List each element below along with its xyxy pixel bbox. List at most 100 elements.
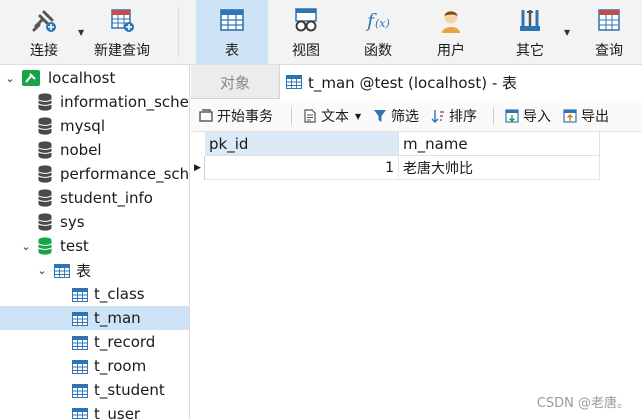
tree-label: performance_schema: [60, 165, 190, 183]
tree-label: t_user: [94, 405, 141, 419]
tree-label: localhost: [48, 69, 116, 87]
export-button[interactable]: 导出: [563, 100, 609, 132]
connect-button[interactable]: 连接: [14, 0, 74, 65]
view-label: 视图: [292, 43, 320, 59]
new-query-label: 新建查询: [94, 43, 150, 59]
svg-text:(x): (x): [375, 17, 390, 30]
sort-icon: [431, 109, 445, 123]
view-icon: [292, 6, 320, 34]
tab-label: t_man @test (localhost) - 表: [308, 73, 518, 92]
tab-objects[interactable]: 对象: [191, 65, 279, 99]
column-header-m-name[interactable]: m_name: [399, 132, 600, 156]
export-label: 导出: [581, 109, 609, 125]
database-icon: [38, 189, 52, 207]
tree-table-t-user[interactable]: t_user: [0, 402, 189, 419]
tree-db-nobel[interactable]: nobel: [0, 138, 189, 162]
toolbar-separator: [493, 107, 494, 125]
row-pointer-icon: ▶: [191, 156, 205, 180]
view-button[interactable]: 视图: [276, 0, 336, 65]
tree-db-sys[interactable]: sys: [0, 210, 189, 234]
connect-label: 连接: [30, 43, 58, 59]
table-icon: [72, 359, 88, 374]
table-icon: [286, 75, 302, 89]
tree-table-t-student[interactable]: t_student: [0, 378, 189, 402]
tree-label: mysql: [60, 117, 105, 135]
tree-label: sys: [60, 213, 85, 231]
tree-db-mysql[interactable]: mysql: [0, 114, 189, 138]
tree-label: test: [60, 237, 89, 255]
tree-label: information_schema: [60, 93, 189, 111]
database-icon: [38, 165, 52, 183]
user-icon: [437, 6, 465, 34]
connect-dropdown-caret[interactable]: ▼: [78, 28, 84, 37]
query-button[interactable]: 查询: [584, 0, 634, 65]
connection-tree[interactable]: ⌄ localhost information_schema mysql nob…: [0, 65, 190, 419]
text-button[interactable]: 文本 ▼: [303, 100, 361, 132]
tree-label: 表: [76, 261, 92, 280]
table-group-icon: [54, 263, 70, 278]
filter-button[interactable]: 筛选: [373, 100, 419, 132]
tree-db-student-info[interactable]: student_info: [0, 186, 189, 210]
other-dropdown-caret[interactable]: ▼: [564, 28, 570, 37]
import-button[interactable]: 导入: [505, 100, 551, 132]
tree-label: t_man: [94, 309, 141, 327]
filter-label: 筛选: [391, 109, 419, 125]
table-icon: [72, 383, 88, 398]
table-button[interactable]: 表: [196, 0, 268, 65]
toolbar-separator: [291, 107, 292, 125]
chevron-down-icon[interactable]: ⌄: [36, 264, 48, 277]
query-label: 查询: [595, 43, 623, 59]
sort-label: 排序: [449, 109, 477, 125]
export-icon: [563, 109, 577, 123]
transaction-icon: [199, 109, 213, 123]
tree-table-t-room[interactable]: t_room: [0, 354, 189, 378]
filter-icon: [373, 109, 387, 123]
function-icon: f (x): [364, 6, 392, 34]
tree-label: t_record: [94, 333, 156, 351]
table-icon: [72, 335, 88, 350]
tree-connection-localhost[interactable]: ⌄ localhost: [0, 66, 189, 90]
plug-icon: [30, 6, 58, 34]
tree-table-t-man[interactable]: t_man: [0, 306, 189, 330]
user-label: 用户: [437, 43, 465, 59]
begin-transaction-label: 开始事务: [217, 109, 273, 125]
user-button[interactable]: 用户: [422, 0, 480, 65]
import-icon: [505, 109, 519, 123]
tree-group-tables[interactable]: ⌄ 表: [0, 258, 189, 282]
new-query-button[interactable]: 新建查询: [90, 0, 154, 65]
chevron-down-icon[interactable]: ⌄: [4, 72, 16, 85]
function-button[interactable]: f (x) 函数: [350, 0, 406, 65]
toolbar-separator: [178, 6, 179, 58]
database-open-icon: [38, 237, 52, 255]
other-button[interactable]: 其它: [500, 0, 560, 65]
table-label: 表: [225, 43, 239, 59]
import-label: 导入: [523, 109, 551, 125]
tree-label: t_room: [94, 357, 147, 375]
begin-transaction-button[interactable]: 开始事务: [199, 100, 273, 132]
chevron-down-icon[interactable]: ⌄: [20, 240, 32, 253]
table-toolbar: 开始事务 文本 ▼ 筛选 排序 导入 导出: [191, 100, 642, 132]
tab-t-man[interactable]: t_man @test (localhost) - 表: [279, 65, 642, 99]
tree-db-test[interactable]: ⌄ test: [0, 234, 189, 258]
table-icon: [72, 311, 88, 326]
tab-bar: 对象 t_man @test (localhost) - 表: [191, 65, 642, 99]
table-cell-pk-id[interactable]: 1: [205, 156, 399, 180]
tree-db-performance-schema[interactable]: performance_schema: [0, 162, 190, 186]
tree-table-t-record[interactable]: t_record: [0, 330, 189, 354]
function-label: 函数: [364, 43, 392, 59]
chevron-down-icon[interactable]: ▼: [355, 112, 361, 121]
column-header-pk-id[interactable]: pk_id: [205, 132, 399, 156]
watermark: CSDN @老唐。: [536, 396, 630, 411]
document-icon: [303, 109, 317, 123]
sort-button[interactable]: 排序: [431, 100, 477, 132]
table-icon: [72, 407, 88, 419]
tree-label: t_student: [94, 381, 165, 399]
table-cell-m-name[interactable]: 老唐大帅比: [399, 156, 600, 180]
tree-table-t-class[interactable]: t_class: [0, 282, 189, 306]
main-toolbar: 连接 ▼ 新建查询 表 视图 f (x) 函数 用户 其它 ▼ 查询: [0, 0, 642, 65]
tree-db-information-schema[interactable]: information_schema: [0, 90, 189, 114]
data-grid[interactable]: pk_id m_name ▶ 1 老唐大帅比: [191, 132, 642, 419]
new-query-icon: [108, 6, 136, 34]
database-icon: [38, 141, 52, 159]
query-icon: [595, 6, 623, 34]
